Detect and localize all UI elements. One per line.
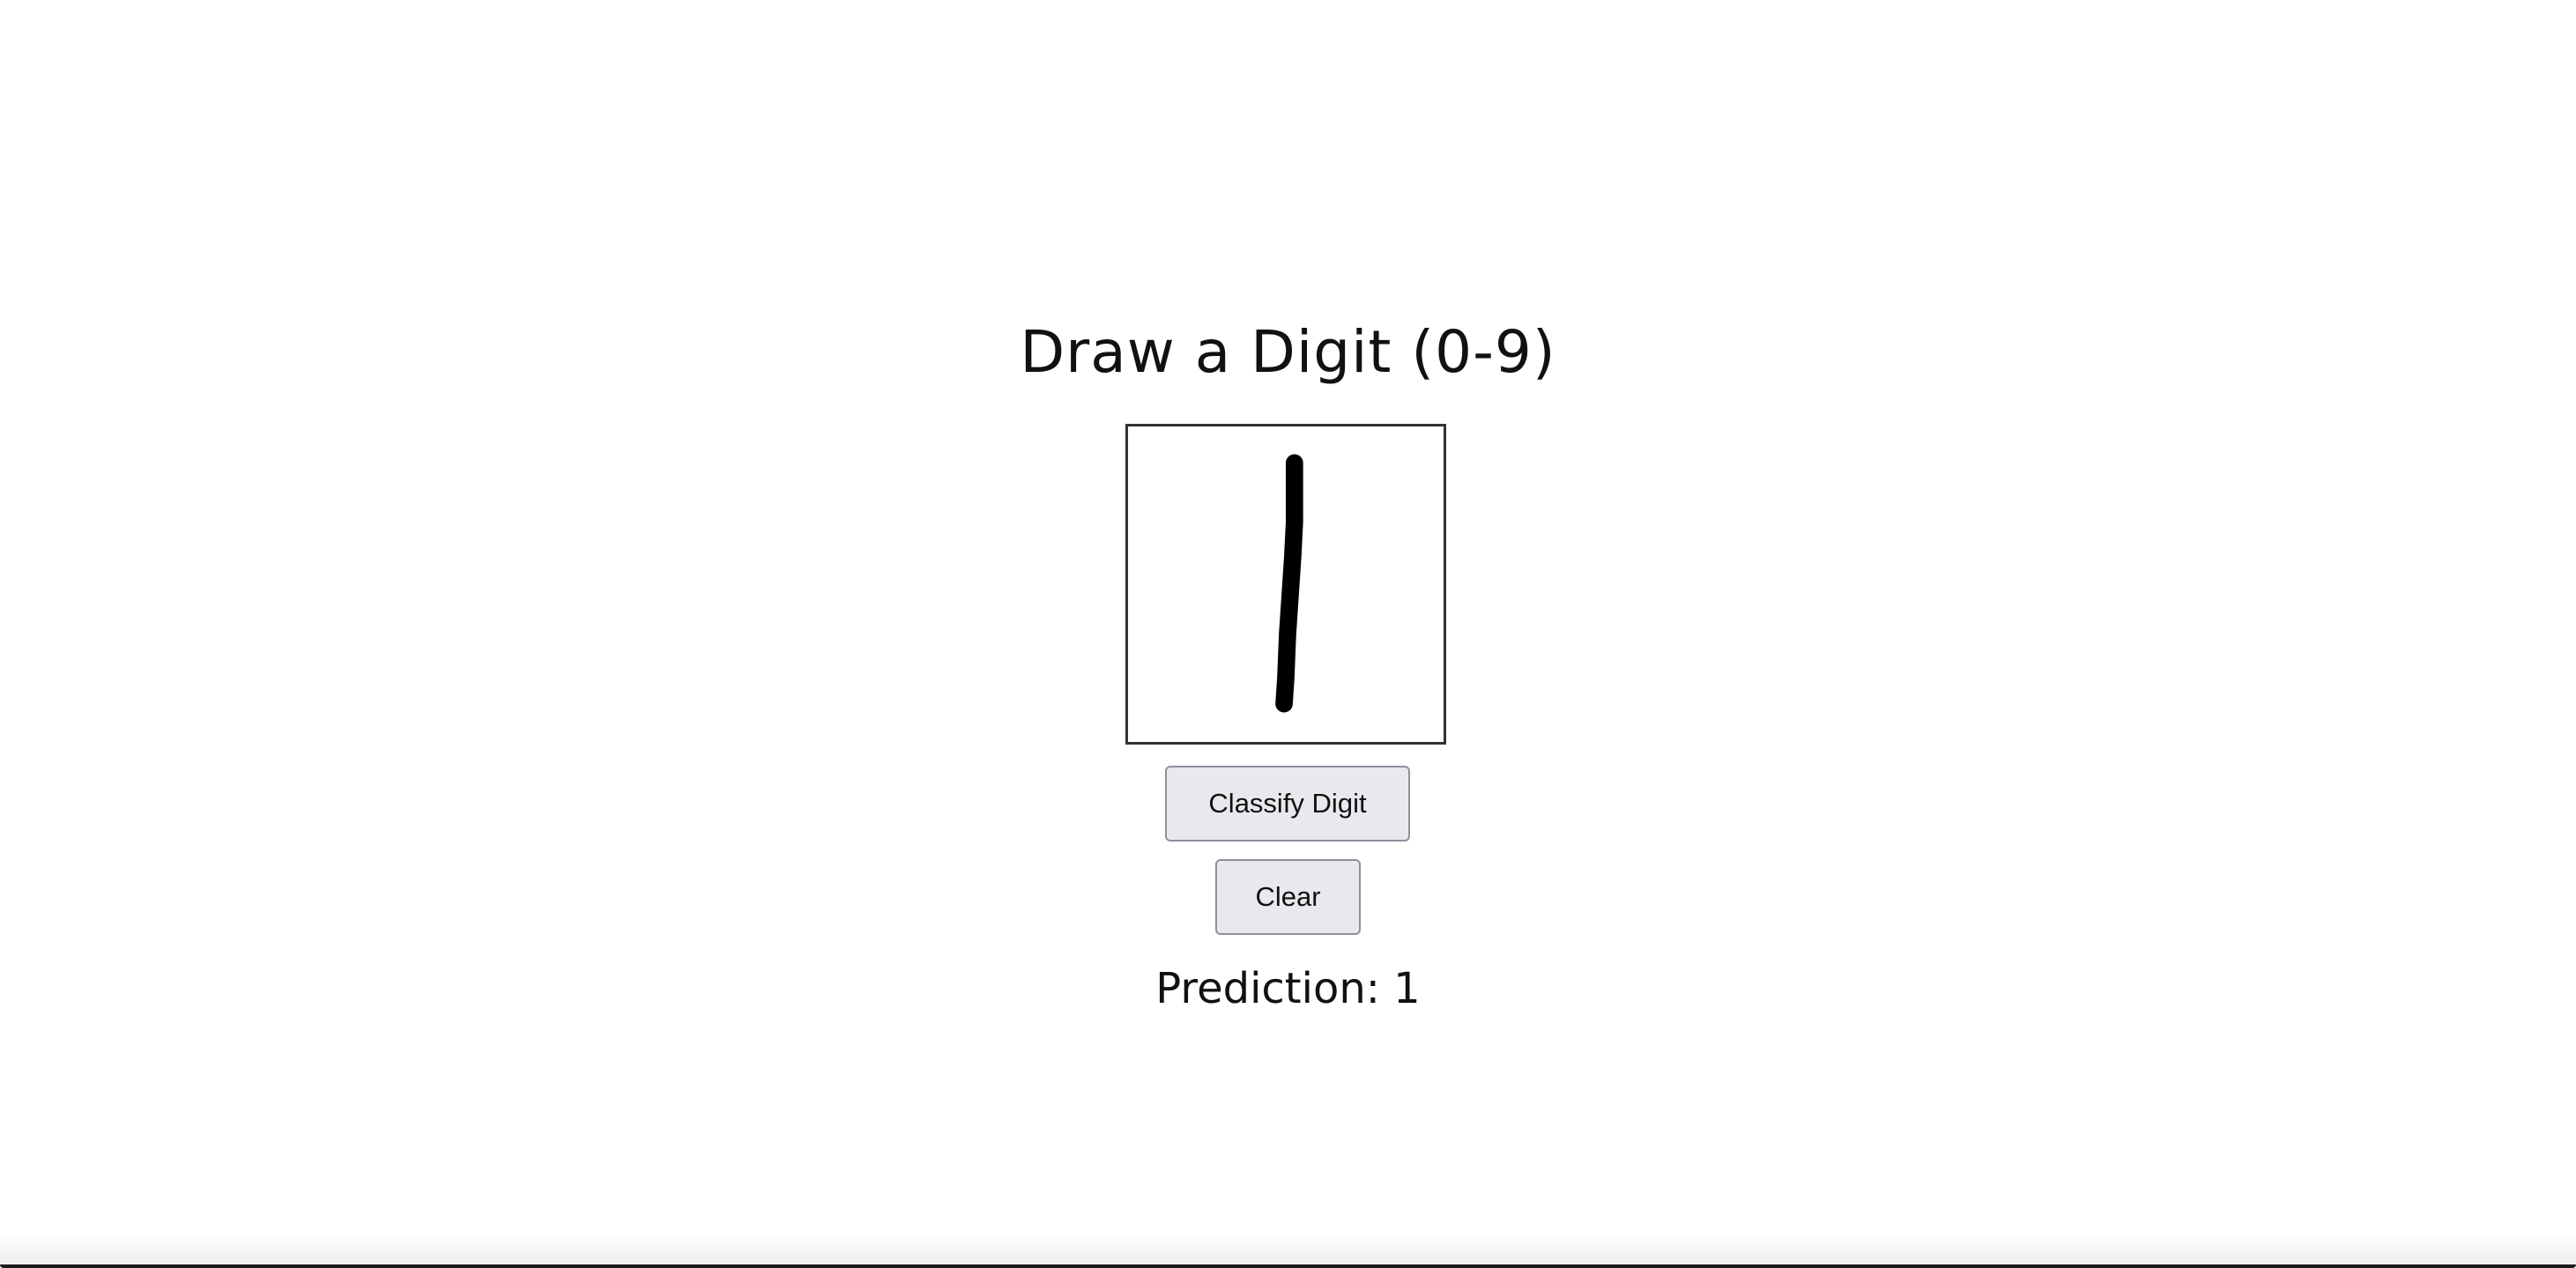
page-title: Draw a Digit (0-9) bbox=[1020, 318, 1556, 386]
clear-button[interactable]: Clear bbox=[1215, 859, 1361, 935]
drawing-canvas[interactable] bbox=[1125, 424, 1446, 745]
window-bottom-edge bbox=[0, 1264, 2576, 1268]
window-bottom-shadow bbox=[0, 1233, 2576, 1268]
drawn-stroke bbox=[1275, 454, 1303, 713]
app-page: Draw a Digit (0-9) Classify Digit Clear … bbox=[0, 0, 2576, 1268]
prediction-result: Prediction: 1 bbox=[1155, 964, 1421, 1013]
classify-digit-button[interactable]: Classify Digit bbox=[1165, 766, 1410, 842]
